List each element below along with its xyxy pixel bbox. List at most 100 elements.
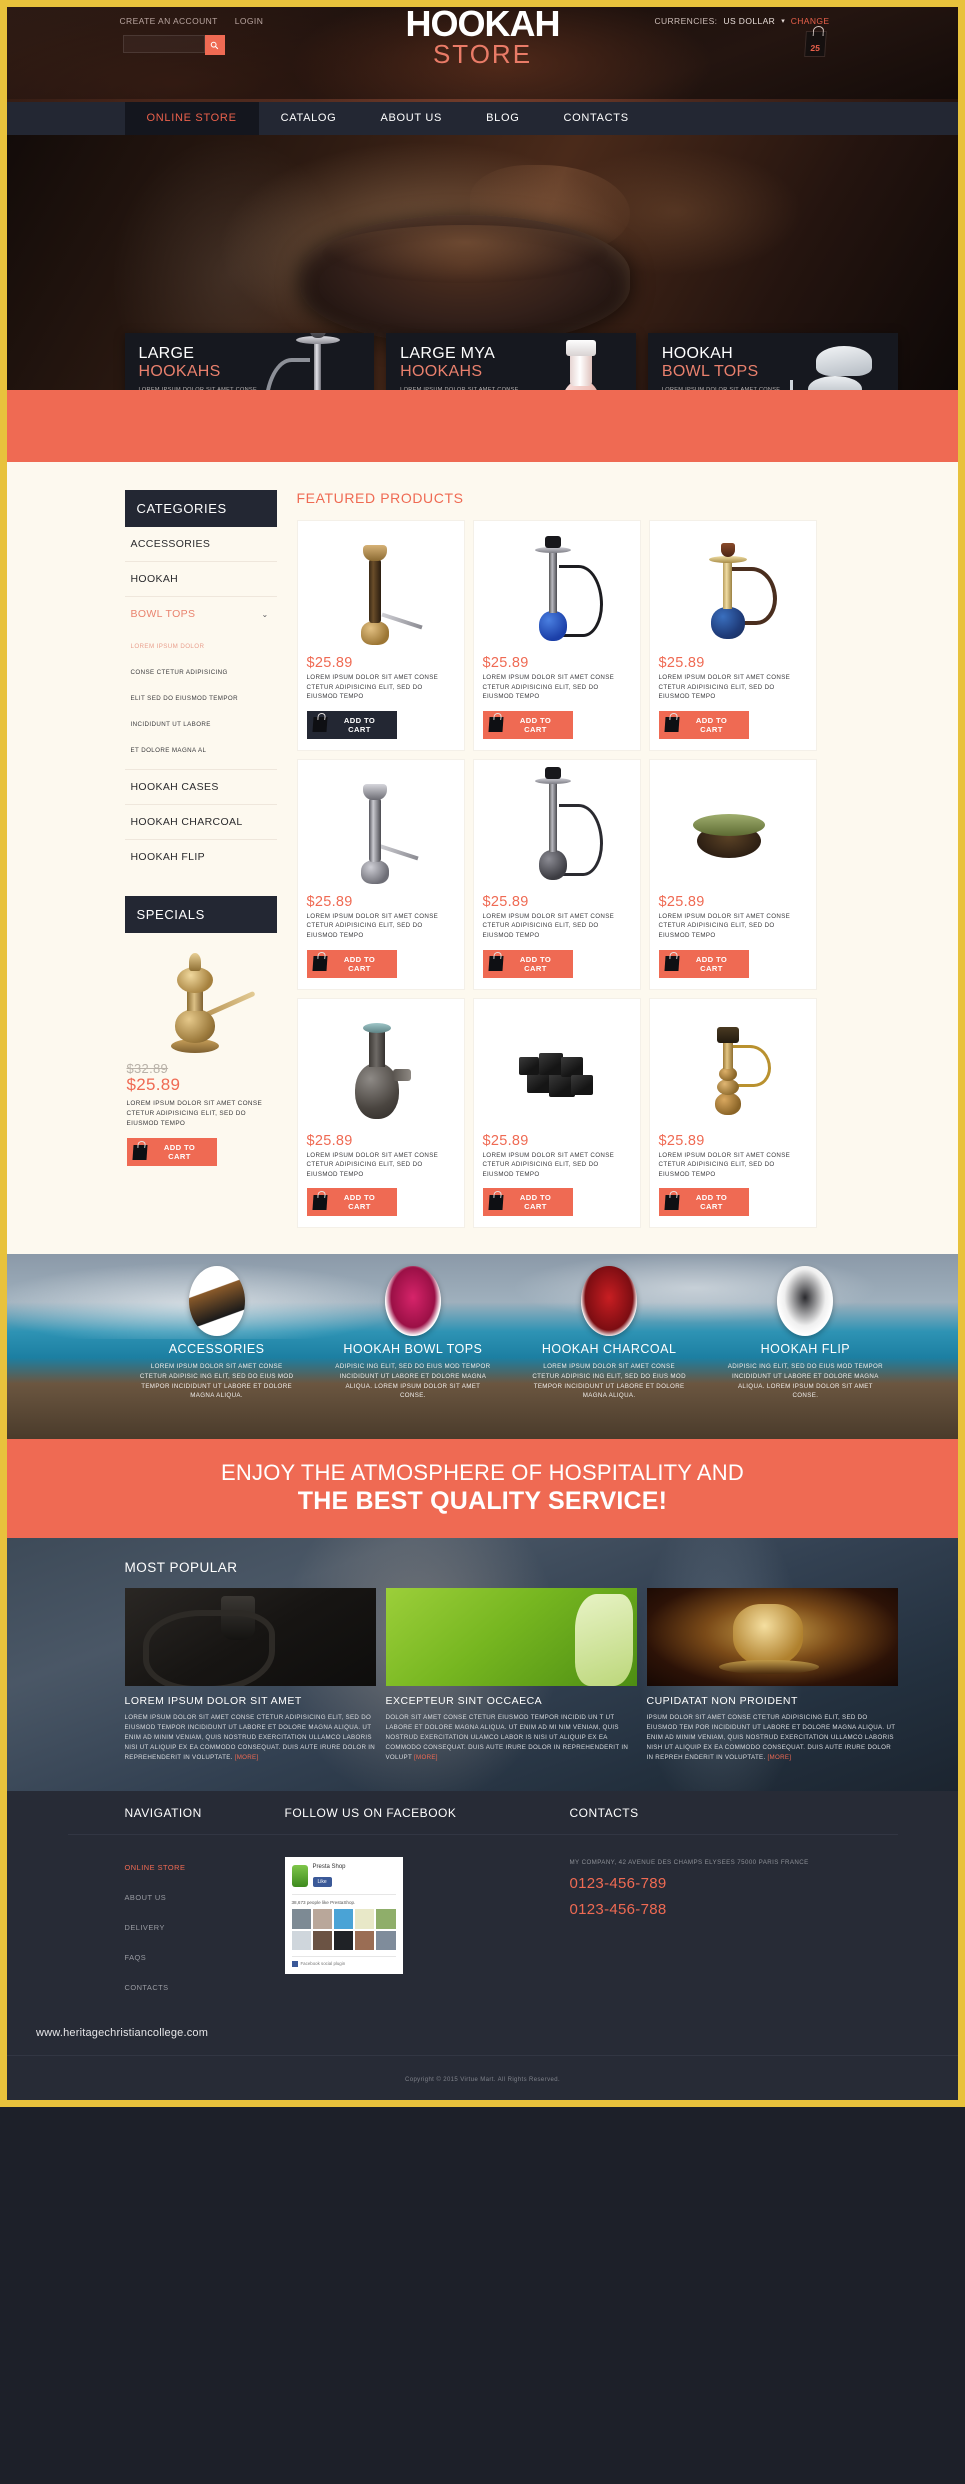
sidebar-item-hookah[interactable]: HOOKAH: [125, 562, 277, 596]
nav-item-online-store[interactable]: ONLINE STORE: [124, 102, 259, 135]
sidebar-item-bowl-tops[interactable]: BOWL TOPS ⌄: [125, 597, 277, 631]
facebook-page-widget[interactable]: Presta Shop Like 38,673 people like Pres…: [284, 1857, 403, 1974]
product-card[interactable]: $25.89 LOREM IPSUM DOLOR SIT AMET CONSE …: [648, 997, 817, 1229]
product-card[interactable]: $25.89 LOREM IPSUM DOLOR SIT AMET CONSE …: [472, 758, 641, 990]
product-image-bowl-top[interactable]: [659, 770, 807, 888]
product-card[interactable]: $25.89 LOREM IPSUM DOLOR SIT AMET CONSE …: [296, 520, 465, 751]
popular-post-card[interactable]: EXCEPTEUR SINT OCCAECA DOLOR SIT AMET CO…: [385, 1588, 637, 1763]
chevron-down-icon[interactable]: ⌄: [261, 610, 268, 619]
sidebar-item-hookah-cases[interactable]: HOOKAH CASES: [125, 770, 277, 804]
phone-number-2[interactable]: 0123-456-788: [570, 1900, 898, 1920]
post-image-charcoal-burning[interactable]: [646, 1588, 898, 1687]
add-to-cart-button[interactable]: ADD TO CART: [306, 949, 397, 978]
nav-item-catalog[interactable]: CATALOG: [259, 102, 359, 135]
add-to-cart-label: ADD TO CART: [343, 715, 376, 734]
add-to-cart-button[interactable]: ADD TO CART: [306, 1188, 397, 1217]
chevron-down-icon[interactable]: ▾: [781, 17, 785, 25]
product-image-tall-hookah[interactable]: [483, 766, 631, 888]
promo-card-large-mya-hookahs[interactable]: LARGE MYA HOOKAHS LOREM IPSUM DOLOR SIT …: [386, 333, 636, 390]
footer-link-about-us[interactable]: ABOUT US: [125, 1893, 167, 1902]
post-heading: LOREM IPSUM DOLOR SIT AMET: [124, 1695, 302, 1708]
site-logo[interactable]: HOOKAH STORE: [406, 7, 561, 67]
special-product-image[interactable]: [141, 945, 261, 1055]
footer-link-delivery[interactable]: DELIVERY: [125, 1923, 165, 1932]
post-heading: EXCEPTEUR SINT OCCAECA: [385, 1695, 543, 1708]
product-card[interactable]: $25.89 LOREM IPSUM DOLOR SIT AMET CONSE …: [472, 997, 641, 1229]
product-price: $25.89: [306, 655, 353, 671]
product-image-blue-hookah[interactable]: [483, 531, 631, 649]
shopping-bag-icon: 25: [803, 31, 827, 57]
add-to-cart-button[interactable]: ADD TO CART: [658, 1188, 749, 1217]
cart-widget[interactable]: 25: [803, 31, 827, 57]
add-to-cart-button[interactable]: ADD TO CART: [658, 949, 749, 978]
footer-link-faqs[interactable]: FAQS: [125, 1953, 147, 1962]
search-input[interactable]: [122, 35, 205, 53]
feature-description: ADIPISIC ING ELIT, SED DO EIUS MOD TEMPO…: [335, 1363, 491, 1400]
product-image-gold-hookah[interactable]: [659, 531, 807, 649]
product-card[interactable]: $25.89 LOREM IPSUM DOLOR SIT AMET CONSE …: [648, 520, 817, 751]
product-card[interactable]: $25.89 LOREM IPSUM DOLOR SIT AMET CONSE …: [648, 758, 817, 990]
subcategory-item[interactable]: ET DOLORE MAGNA AL: [131, 747, 207, 754]
sidebar-item-hookah-flip[interactable]: HOOKAH FLIP: [125, 840, 277, 874]
add-to-cart-button[interactable]: ADD TO CART: [482, 1188, 573, 1217]
product-description: LOREM IPSUM DOLOR SIT AMET CONSE CTETUR …: [306, 912, 439, 939]
post-image-hookah-hose[interactable]: [124, 1588, 376, 1687]
special-add-to-cart-button[interactable]: ADD TO CART: [126, 1138, 217, 1166]
sidebar-item-accessories[interactable]: ACCESSORIES: [125, 527, 277, 561]
nav-item-contacts[interactable]: CONTACTS: [541, 102, 650, 135]
subcategory-item[interactable]: INCIDIDUNT UT LABORE: [131, 721, 211, 728]
product-image-charcoal-cubes[interactable]: [483, 1009, 631, 1127]
create-account-link[interactable]: CREATE AN ACCOUNT: [120, 16, 218, 26]
promo-card-large-hookahs[interactable]: LARGE HOOKAHS LOREM IPSUM DOLOR SIT AMET…: [124, 333, 375, 390]
shopping-bag-icon: [663, 717, 680, 733]
charcoal-icon: [581, 1266, 638, 1337]
add-to-cart-button[interactable]: ADD TO CART: [482, 710, 573, 739]
post-more-link[interactable]: [MORE]: [768, 1754, 792, 1761]
feature-hookah-charcoal[interactable]: HOOKAH CHARCOAL LOREM IPSUM DOLOR SIT AM…: [517, 1266, 701, 1400]
post-image-tobacco-leaf[interactable]: [385, 1588, 637, 1687]
sidebar-item-hookah-charcoal[interactable]: HOOKAH CHARCOAL: [125, 805, 277, 839]
footer-link-online-store[interactable]: ONLINE STORE: [125, 1863, 186, 1872]
avatar: [333, 1930, 354, 1950]
subcategory-item[interactable]: ELIT SED DO EIUSMOD TEMPOR: [131, 695, 238, 702]
product-card[interactable]: $25.89 LOREM IPSUM DOLOR SIT AMET CONSE …: [472, 520, 641, 751]
product-description: LOREM IPSUM DOLOR SIT AMET CONSE CTETUR …: [306, 674, 439, 701]
subcategory-item[interactable]: LOREM IPSUM DOLOR: [131, 643, 205, 650]
product-image-brass-hookah[interactable]: [307, 531, 455, 649]
product-card[interactable]: $25.89 LOREM IPSUM DOLOR SIT AMET CONSE …: [296, 758, 465, 990]
post-body: IPSUM DOLOR SIT AMET CONSE CTETUR ADIPIS…: [647, 1713, 898, 1763]
subcategory-item[interactable]: CONSE CTETUR ADIPISICING: [131, 669, 228, 676]
product-image-silver-hookah[interactable]: [307, 770, 455, 888]
feature-title: HOOKAH FLIP: [760, 1342, 851, 1357]
change-currency-link[interactable]: CHANGE: [791, 16, 830, 26]
login-link[interactable]: LOGIN: [235, 16, 263, 26]
nav-item-blog[interactable]: BLOG: [464, 102, 541, 135]
post-more-link[interactable]: [MORE]: [414, 1754, 438, 1761]
feature-accessories[interactable]: ACCESSORIES LOREM IPSUM DOLOR SIT AMET C…: [125, 1266, 309, 1400]
facebook-like-button[interactable]: Like: [312, 1877, 332, 1888]
promo-title-line1: LARGE: [138, 345, 195, 362]
product-image-ornate-hookah[interactable]: [659, 1009, 807, 1127]
category-list: ACCESSORIES HOOKAH BOWL TOPS ⌄ LOREM IPS…: [124, 527, 277, 874]
special-old-price: $32.89: [126, 1061, 169, 1076]
footer-contacts-column: MY COMPANY, 42 AVENUE DES CHAMPS ELYSEES…: [570, 1857, 898, 2007]
feature-hookah-bowl-tops[interactable]: HOOKAH BOWL TOPS ADIPISIC ING ELIT, SED …: [321, 1266, 505, 1400]
currency-selector[interactable]: CURRENCIES: US DOLLAR ▾ CHANGE: [654, 16, 829, 26]
nav-item-about-us[interactable]: ABOUT US: [358, 102, 464, 135]
popular-post-card[interactable]: CUPIDATAT NON PROIDENT IPSUM DOLOR SIT A…: [646, 1588, 898, 1763]
add-to-cart-button[interactable]: ADD TO CART: [482, 949, 573, 978]
search-button[interactable]: [204, 35, 225, 55]
product-image-ceramic-vase[interactable]: [307, 1009, 455, 1127]
product-card[interactable]: $25.89 LOREM IPSUM DOLOR SIT AMET CONSE …: [296, 997, 465, 1229]
add-to-cart-button[interactable]: ADD TO CART: [306, 710, 397, 739]
phone-number-1[interactable]: 0123-456-789: [570, 1874, 898, 1894]
post-more-link[interactable]: [MORE]: [235, 1754, 259, 1761]
promo-card-hookah-bowl-tops[interactable]: HOOKAH BOWL TOPS LOREM IPSUM DOLOR SIT A…: [647, 333, 898, 390]
cta-line-2: THE BEST QUALITY SERVICE!: [297, 1487, 668, 1516]
search-box[interactable]: [122, 35, 225, 55]
feature-hookah-flip[interactable]: HOOKAH FLIP ADIPISIC ING ELIT, SED DO EI…: [713, 1266, 897, 1400]
footer-link-contacts[interactable]: CONTACTS: [125, 1983, 169, 1992]
popular-post-card[interactable]: LOREM IPSUM DOLOR SIT AMET LOREM IPSUM D…: [124, 1588, 376, 1763]
footer-facebook-column: Presta Shop Like 38,673 people like Pres…: [284, 1857, 570, 2007]
add-to-cart-button[interactable]: ADD TO CART: [658, 710, 749, 739]
